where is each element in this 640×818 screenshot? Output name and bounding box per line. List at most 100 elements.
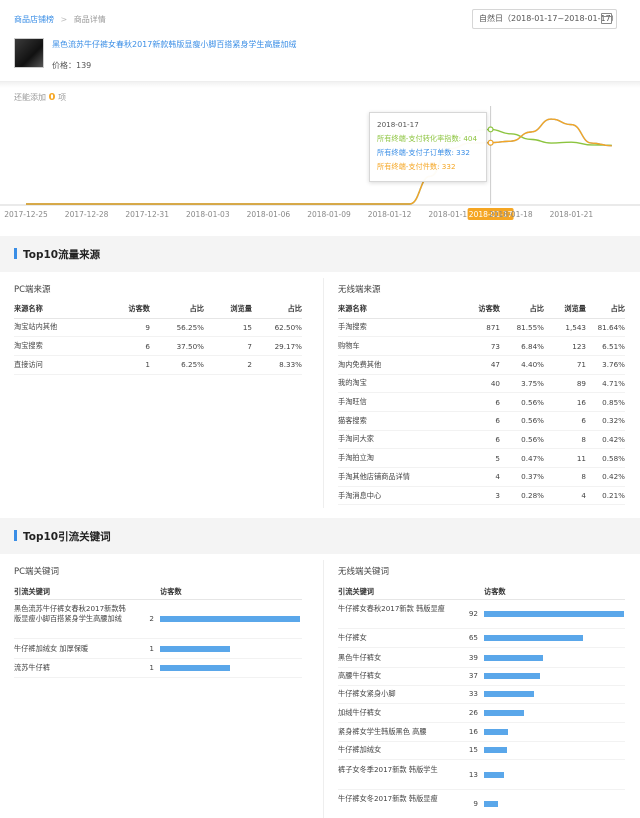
value-cell: 0.47% [500,448,544,468]
keyword-row-divider [338,722,625,723]
value-cell: 0.85% [586,392,625,412]
value-cell: 1,543 [544,318,586,338]
value-cell: 37.50% [150,336,204,356]
table-row: 我的淘宝 40 3.75% 89 4.71% [338,374,625,394]
breadcrumb-parent-link[interactable]: 商品店铺榜 [14,15,54,24]
product-thumbnail[interactable] [14,38,44,68]
date-range-picker[interactable]: 自然日（2018-01-17~2018-01-17） [472,9,619,29]
x-tick-label: 2018-01-21 [550,210,594,219]
date-range-value: 自然日（2018-01-17~2018-01-17） [479,14,619,23]
value-cell: 40 [448,374,500,394]
mobile-keyword-header-line [338,599,625,600]
series-line-2 [25,118,612,205]
keyword-visitor-bar [484,673,541,679]
value-cell: 6.51% [586,336,625,356]
source-name-cell: 手淘消息中心 [338,486,448,506]
col-header: 来源名称 [14,300,110,319]
source-name-cell: 手淘拍立淘 [338,448,448,468]
keyword-text[interactable]: 牛仔裤女冬2017新款 韩版显瘦 [338,794,450,804]
x-tick-label: 2017-12-25 [4,210,48,219]
keyword-divider [323,560,324,818]
col-header: 占比 [252,300,302,319]
traffic-section-title: Top10流量来源 [14,247,100,262]
table-row: 手淘搜索 871 81.55% 1,543 81.64% [338,318,625,338]
value-cell: 8.33% [252,355,302,375]
trend-chart[interactable]: 2017-12-25 2017-12-28 2017-12-31 2018-01-03… [0,100,640,225]
value-cell: 0.21% [586,486,625,506]
source-name-cell: 淘内免费其他 [338,355,448,375]
source-name-cell: 购物车 [338,336,448,356]
table-row: 手淘消息中心 3 0.28% 4 0.21% [338,486,625,506]
calendar-icon[interactable] [601,13,612,24]
keyword-text[interactable]: 牛仔裤女 [338,633,450,643]
keyword-text[interactable]: 高腰牛仔裤女 [338,671,450,681]
pc-visitor-col-header: 访客数 [160,587,182,596]
keyword-row-divider [14,658,302,659]
value-cell: 8 [544,430,586,450]
keyword-text[interactable]: 裤子女冬季2017新款 韩版学生 [338,765,450,775]
col-header: 浏览量 [544,300,586,319]
source-name-cell: 淘宝搜索 [14,336,110,356]
keyword-text[interactable]: 流苏牛仔裤 [14,663,126,673]
keyword-visitor-bar [484,691,535,697]
value-cell: 11 [544,448,586,468]
value-cell: 6.84% [500,336,544,356]
series-line-1 [25,118,612,205]
breadcrumb: 商品店铺榜 > 商品详情 [14,14,106,25]
keyword-visitor-bar [484,729,509,735]
keyword-text[interactable]: 牛仔裤女春秋2017新款 韩版显瘦 [338,604,450,614]
keyword-text[interactable]: 黑色流苏牛仔裤女春秋2017新款韩版显瘦小脚百搭紧身学生高腰加绒 [14,604,126,624]
col-header: 来源名称 [338,300,448,319]
value-cell: 5 [448,448,500,468]
chart-tooltip: 2018-01-17 所有终端-支付转化率指数: 404 所有终端-支付子订单数… [369,112,487,182]
value-cell: 73 [448,336,500,356]
value-cell: 6.25% [150,355,204,375]
tooltip-date: 2018-01-17 [377,120,419,129]
traffic-divider [323,278,324,508]
col-header: 占比 [150,300,204,319]
source-name-cell: 直接访问 [14,355,110,375]
value-cell: 29.17% [252,336,302,356]
keyword-visitor-count: 39 [468,653,478,662]
table-row: 手淘拍立淘 5 0.47% 11 0.58% [338,448,625,468]
value-cell: 6 [544,411,586,431]
value-cell: 3.75% [500,374,544,394]
keyword-text[interactable]: 牛仔裤加绒女 加厚保暖 [14,644,126,654]
product-title-link[interactable]: 黑色流苏牛仔裤女春秋2017新款韩版显瘦小脚百搭紧身学生高腰加绒 [52,39,296,50]
value-cell: 4 [544,486,586,506]
value-cell: 81.64% [586,318,625,338]
keyword-visitor-count: 33 [468,689,478,698]
breadcrumb-separator: > [60,15,68,24]
table-row: 直接访问 1 6.25% 2 8.33% [14,355,302,375]
keyword-text[interactable]: 牛仔裤女紧身小脚 [338,689,450,699]
keyword-visitor-bar [484,635,583,641]
value-cell: 0.56% [500,411,544,431]
value-cell: 9 [110,318,150,338]
value-cell: 15 [204,318,252,338]
value-cell: 0.56% [500,430,544,450]
keyword-row-divider [338,759,625,760]
table-row: 猫客搜索 6 0.56% 6 0.32% [338,411,625,431]
table-row: 手淘其他店铺商品详情 4 0.37% 8 0.42% [338,467,625,487]
value-cell: 3 [448,486,500,506]
keyword-visitor-bar [160,616,300,622]
keyword-text[interactable]: 加绒牛仔裤女 [338,708,450,718]
value-cell: 6 [110,336,150,356]
keyword-visitor-bar [484,655,544,661]
x-tick-label: 2018-01-03 [186,210,230,219]
x-tick-label: 2018-01-06 [247,210,291,219]
value-cell: 6 [448,430,500,450]
mobile-keyword-col-header: 引流关键词 [338,587,374,596]
table-row: 淘宝搜索 6 37.50% 7 29.17% [14,336,302,356]
x-tick-label: 2018-01-18 [489,210,533,219]
keyword-text[interactable]: 牛仔裤加绒女 [338,745,450,755]
keyword-text[interactable]: 紧身裤女学生韩版黑色 高腰 [338,727,450,737]
keyword-text[interactable]: 黑色牛仔裤女 [338,653,450,663]
keyword-visitor-bar [484,611,624,617]
keyword-visitor-bar [160,665,230,671]
value-cell: 0.28% [500,486,544,506]
pc-source-table: 来源名称 访客数 占比 浏览量 占比 淘宝站内其他 9 56.25% 15 62.50%… [14,300,302,375]
table-row: 手淘旺信 6 0.56% 16 0.85% [338,392,625,412]
pc-keyword-header-line [14,599,302,600]
value-cell: 4.71% [586,374,625,394]
